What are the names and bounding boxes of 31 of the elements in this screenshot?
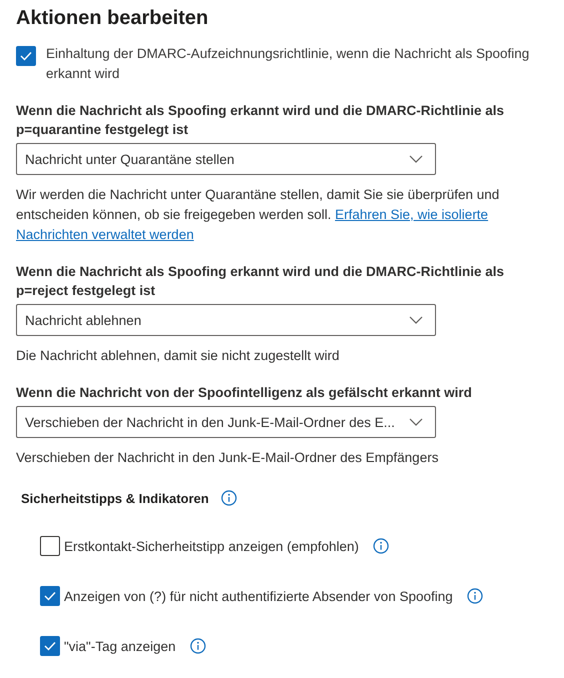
description-text: Die Nachricht ablehnen, damit sie nicht zugestellt wird — [16, 347, 340, 365]
checkbox-label: Anzeigen von (?) für nicht authentifizierte Absender von Spoofing — [64, 588, 453, 604]
checkmark-icon — [44, 591, 56, 601]
description-text: Verschieben der Nachricht in den Junk-E-Mail-Ordner des Empfängers — [16, 449, 440, 467]
info-icon[interactable] — [220, 490, 237, 506]
field-label: Wenn die Nachricht von der Spoofintelligenz als gefälscht erkannt wird — [16, 384, 473, 402]
checkbox[interactable] — [40, 586, 60, 606]
dropdown[interactable]: Verschieben der Nachricht in den Junk-E-Mail-Ordner des E... — [16, 406, 436, 438]
help-link[interactable]: Erfahren Sie, wie isolierte — [335, 207, 488, 222]
checkbox-label: "via"-Tag anzeigen — [64, 638, 176, 654]
description-text: Wir werden die Nachricht unter Quarantäne stellen, damit Sie sie überprüfen und entscheiden können, ob sie freigegeben werden soll. Erfahren Sie, wie isolierte Nachrichten verwaltet werden — [16, 186, 500, 244]
dropdown[interactable]: Nachricht ablehnen — [16, 304, 436, 336]
checkbox[interactable] — [40, 636, 60, 656]
chevron-down-icon — [409, 316, 423, 324]
chevron-down-icon — [409, 418, 423, 426]
checkbox[interactable] — [16, 46, 36, 66]
checkmark-icon — [20, 51, 32, 61]
checkmark-icon — [44, 641, 56, 651]
chevron-down-icon — [409, 155, 423, 163]
info-icon[interactable] — [372, 538, 389, 554]
checkbox[interactable] — [40, 536, 60, 556]
dropdown[interactable]: Nachricht unter Quarantäne stellen — [16, 143, 436, 175]
checkbox-label: Erstkontakt-Sicherheitstipp anzeigen (empfohlen) — [64, 538, 359, 554]
info-icon[interactable] — [466, 588, 483, 604]
page-title: Aktionen bearbeiten — [16, 6, 210, 31]
section-heading: Sicherheitstipps & Indikatoren — [21, 490, 209, 506]
field-label: Wenn die Nachricht als Spoofing erkannt wird und die DMARC-Richtlinie als p=quarantine festgelegt ist — [16, 102, 506, 139]
help-link[interactable]: Nachrichten verwaltet werden — [16, 227, 194, 242]
field-label: Wenn die Nachricht als Spoofing erkannt wird und die DMARC-Richtlinie als p=reject festgelegt ist — [16, 263, 506, 300]
info-icon[interactable] — [190, 638, 206, 654]
checkbox-label: Einhaltung der DMARC-Aufzeichnungsrichtlinie, wenn die Nachricht als Spoofing erkannt wird — [46, 45, 530, 83]
